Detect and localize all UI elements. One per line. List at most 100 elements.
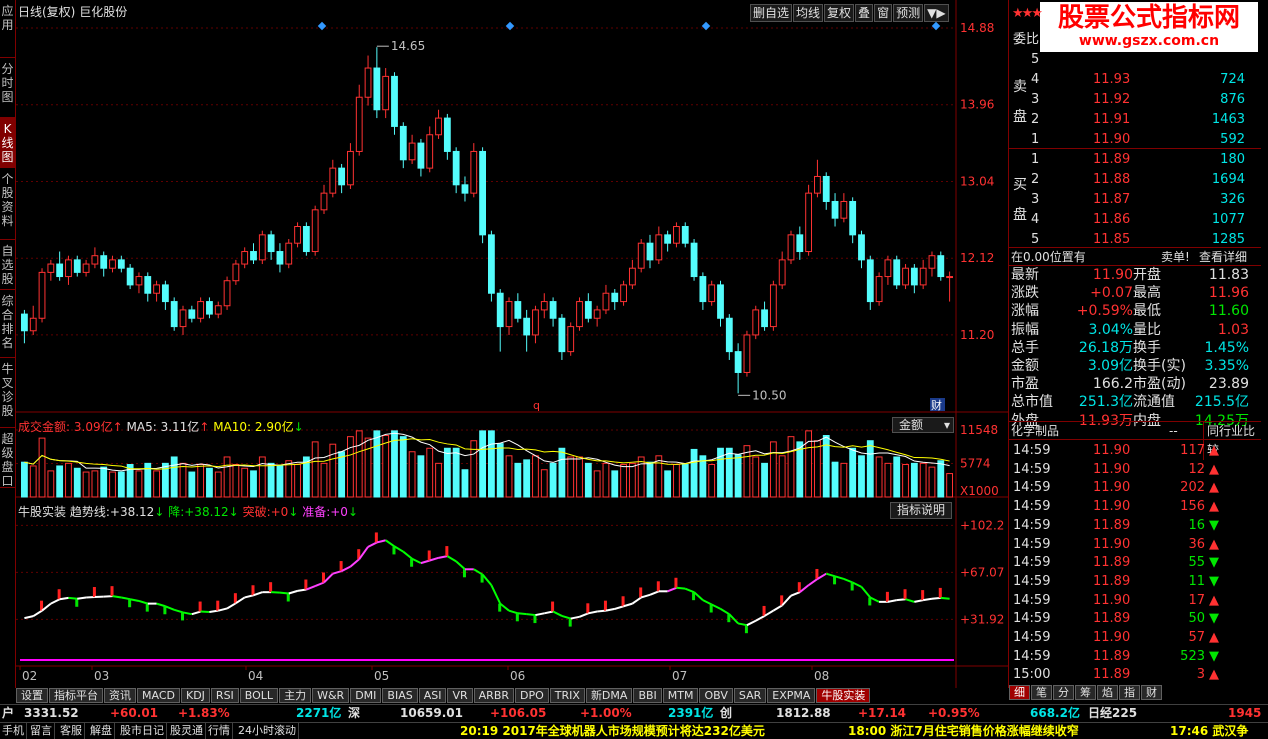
trend-line-segment <box>869 596 880 603</box>
indicator-tab-16[interactable]: 新DMA <box>585 688 633 703</box>
order-book-row[interactable]: 1 11.89 180 <box>1009 150 1261 169</box>
status-link-7[interactable]: 24小时滚动 <box>238 723 299 739</box>
indicator-tab-13[interactable]: ARBR <box>473 688 515 703</box>
order-book-row[interactable]: 2 11.88 1694 <box>1009 170 1261 189</box>
volume-bar <box>382 435 390 498</box>
status-link-3[interactable]: 解盘 <box>90 723 115 739</box>
indicator-tab-10[interactable]: BIAS <box>382 688 418 703</box>
candle <box>620 280 627 306</box>
candle <box>805 184 813 256</box>
order-book-row[interactable]: 2 11.91 1463 <box>1009 110 1261 129</box>
status-link-4[interactable]: 股市日记 <box>120 723 167 739</box>
left-nav-2[interactable]: K线图 <box>0 118 15 168</box>
left-nav-0[interactable]: 应用 <box>0 0 15 58</box>
view-detail-link[interactable]: 查看详细 <box>1199 248 1247 267</box>
indicator-tab-14[interactable]: DPO <box>515 688 549 703</box>
order-book-row[interactable]: 1 11.90 592 <box>1009 130 1261 149</box>
volume-bar <box>250 470 257 498</box>
tick-price: 11.89 <box>1093 667 1131 683</box>
quote-value: 1.45% <box>1204 339 1249 356</box>
toolbar-button-1[interactable]: 均线 <box>793 4 824 22</box>
candle <box>285 239 293 269</box>
indicator-tab-22[interactable]: 牛股实装 <box>816 688 871 703</box>
order-book-row[interactable]: 4 11.86 1077 <box>1009 210 1261 229</box>
candle <box>884 255 892 285</box>
kline-chart-svg[interactable]: 14.88 13.96 13.04 12.12 11.20 14.65 10.50 q 财 115… <box>16 0 1008 688</box>
left-nav-7[interactable]: 超级盘口 <box>0 428 15 488</box>
order-price: 11.90 <box>1093 132 1131 147</box>
kline-chart-area[interactable]: 14.88 13.96 13.04 12.12 11.20 14.65 10.50 q 财 115… <box>16 0 1008 688</box>
volume-bar <box>338 451 346 498</box>
price-axis-label: 14.88 <box>960 21 994 35</box>
volume-bar <box>858 455 865 498</box>
signal-bar <box>445 546 449 557</box>
candle <box>73 255 81 277</box>
order-book-row[interactable]: 5 <box>1009 50 1261 69</box>
indicator-tab-2[interactable]: 资讯 <box>104 688 136 703</box>
news-ticker-2[interactable]: 18:00 浙江7月住宅销售价格涨幅继续收窄 <box>848 723 1079 739</box>
order-book-row[interactable]: 4 11.93 724 <box>1009 70 1261 89</box>
month-label: 06 <box>510 669 525 683</box>
left-nav-1[interactable]: 分时图 <box>0 58 15 118</box>
right-tab-1[interactable]: 笔 <box>1031 685 1052 700</box>
left-nav-3[interactable]: 个股资料 <box>0 168 15 240</box>
indicator-tab-19[interactable]: OBV <box>699 688 733 703</box>
indicator-tab-18[interactable]: MTM <box>662 688 699 703</box>
left-nav-6[interactable]: 牛叉诊股 <box>0 358 15 428</box>
right-tab-0[interactable]: 细 <box>1009 685 1030 700</box>
indicator-tab-20[interactable]: SAR <box>733 688 767 703</box>
toolbar-button-4[interactable]: 窗 <box>874 4 893 22</box>
toolbar-button-5[interactable]: 预测 <box>893 4 924 22</box>
indicator-tab-12[interactable]: VR <box>447 688 473 703</box>
volume-selector[interactable]: 金额 ▾ <box>892 417 954 433</box>
indicator-tab-5[interactable]: RSI <box>210 688 239 703</box>
order-book-row[interactable]: 3 11.87 326 <box>1009 190 1261 209</box>
candle <box>206 297 213 319</box>
order-volume: 592 <box>1220 132 1245 147</box>
indicator-tab-9[interactable]: DMI <box>350 688 382 703</box>
status-link-1[interactable]: 留言 <box>30 723 55 739</box>
order-volume: 1694 <box>1211 172 1245 187</box>
status-link-2[interactable]: 客服 <box>60 723 85 739</box>
tick-time: 14:59 <box>1013 630 1051 645</box>
indicator-tab-6[interactable]: BOLL <box>239 688 279 703</box>
left-nav-4[interactable]: 自选股 <box>0 240 15 290</box>
right-tab-4[interactable]: 焰 <box>1097 685 1118 700</box>
indicator-tab-15[interactable]: TRIX <box>549 688 585 703</box>
indicator-tab-8[interactable]: W&R <box>312 688 350 703</box>
indicator-tab-4[interactable]: KDJ <box>180 688 210 703</box>
news-ticker[interactable]: 20:19 2017年全球机器人市场规模预计将达232亿美元 <box>460 723 765 739</box>
right-tab-5[interactable]: 指 <box>1119 685 1140 700</box>
right-tab-3[interactable]: 筹 <box>1075 685 1096 700</box>
order-book-row[interactable]: 3 11.92 876 <box>1009 90 1261 109</box>
right-tab-2[interactable]: 分 <box>1053 685 1074 700</box>
cai-badge[interactable]: 财 <box>931 398 942 412</box>
volume-bar <box>646 461 654 498</box>
news-status-bar: 手机 留言 客服 解盘 股市日记 股灵通 行情 24小时滚动 20:19 2017年全球机器人市… <box>0 722 1268 739</box>
toolbar-button-2[interactable]: 复权 <box>824 4 855 22</box>
indicator-tab-0[interactable]: 设置 <box>16 688 48 703</box>
toolbar-menu-button[interactable]: ▼▶ <box>924 4 949 22</box>
toolbar-button-3[interactable]: 叠 <box>855 4 874 22</box>
indicator-tab-21[interactable]: EXPMA <box>767 688 816 703</box>
indicator-tab-11[interactable]: ASI <box>418 688 447 703</box>
volume-bar <box>91 470 99 498</box>
quote-row: 涨跌 +0.07 最高 11.96 <box>1009 284 1261 303</box>
sell-order-link[interactable]: 卖单! <box>1161 248 1190 267</box>
status-link-0[interactable]: 手机 <box>2 723 27 739</box>
status-link-5[interactable]: 股灵通 <box>170 723 206 739</box>
toolbar-button-0[interactable]: 删自选 <box>750 4 793 22</box>
indicator-tab-17[interactable]: BBI <box>633 688 662 703</box>
indicator-explain-button[interactable]: 指标说明 <box>890 502 953 519</box>
status-link-6[interactable]: 行情 <box>208 723 233 739</box>
trend-line-segment <box>446 555 457 563</box>
signal-bar <box>462 569 466 578</box>
candle <box>347 143 354 189</box>
indicator-tab-7[interactable]: 主力 <box>279 688 312 703</box>
indicator-tab-3[interactable]: MACD <box>137 688 180 703</box>
left-nav-5[interactable]: 综合排名 <box>0 290 15 358</box>
volume-bar <box>496 443 504 498</box>
right-tab-6[interactable]: 财 <box>1141 685 1162 700</box>
indicator-tab-1[interactable]: 指标平台 <box>49 688 103 703</box>
volume-bar <box>761 462 768 498</box>
